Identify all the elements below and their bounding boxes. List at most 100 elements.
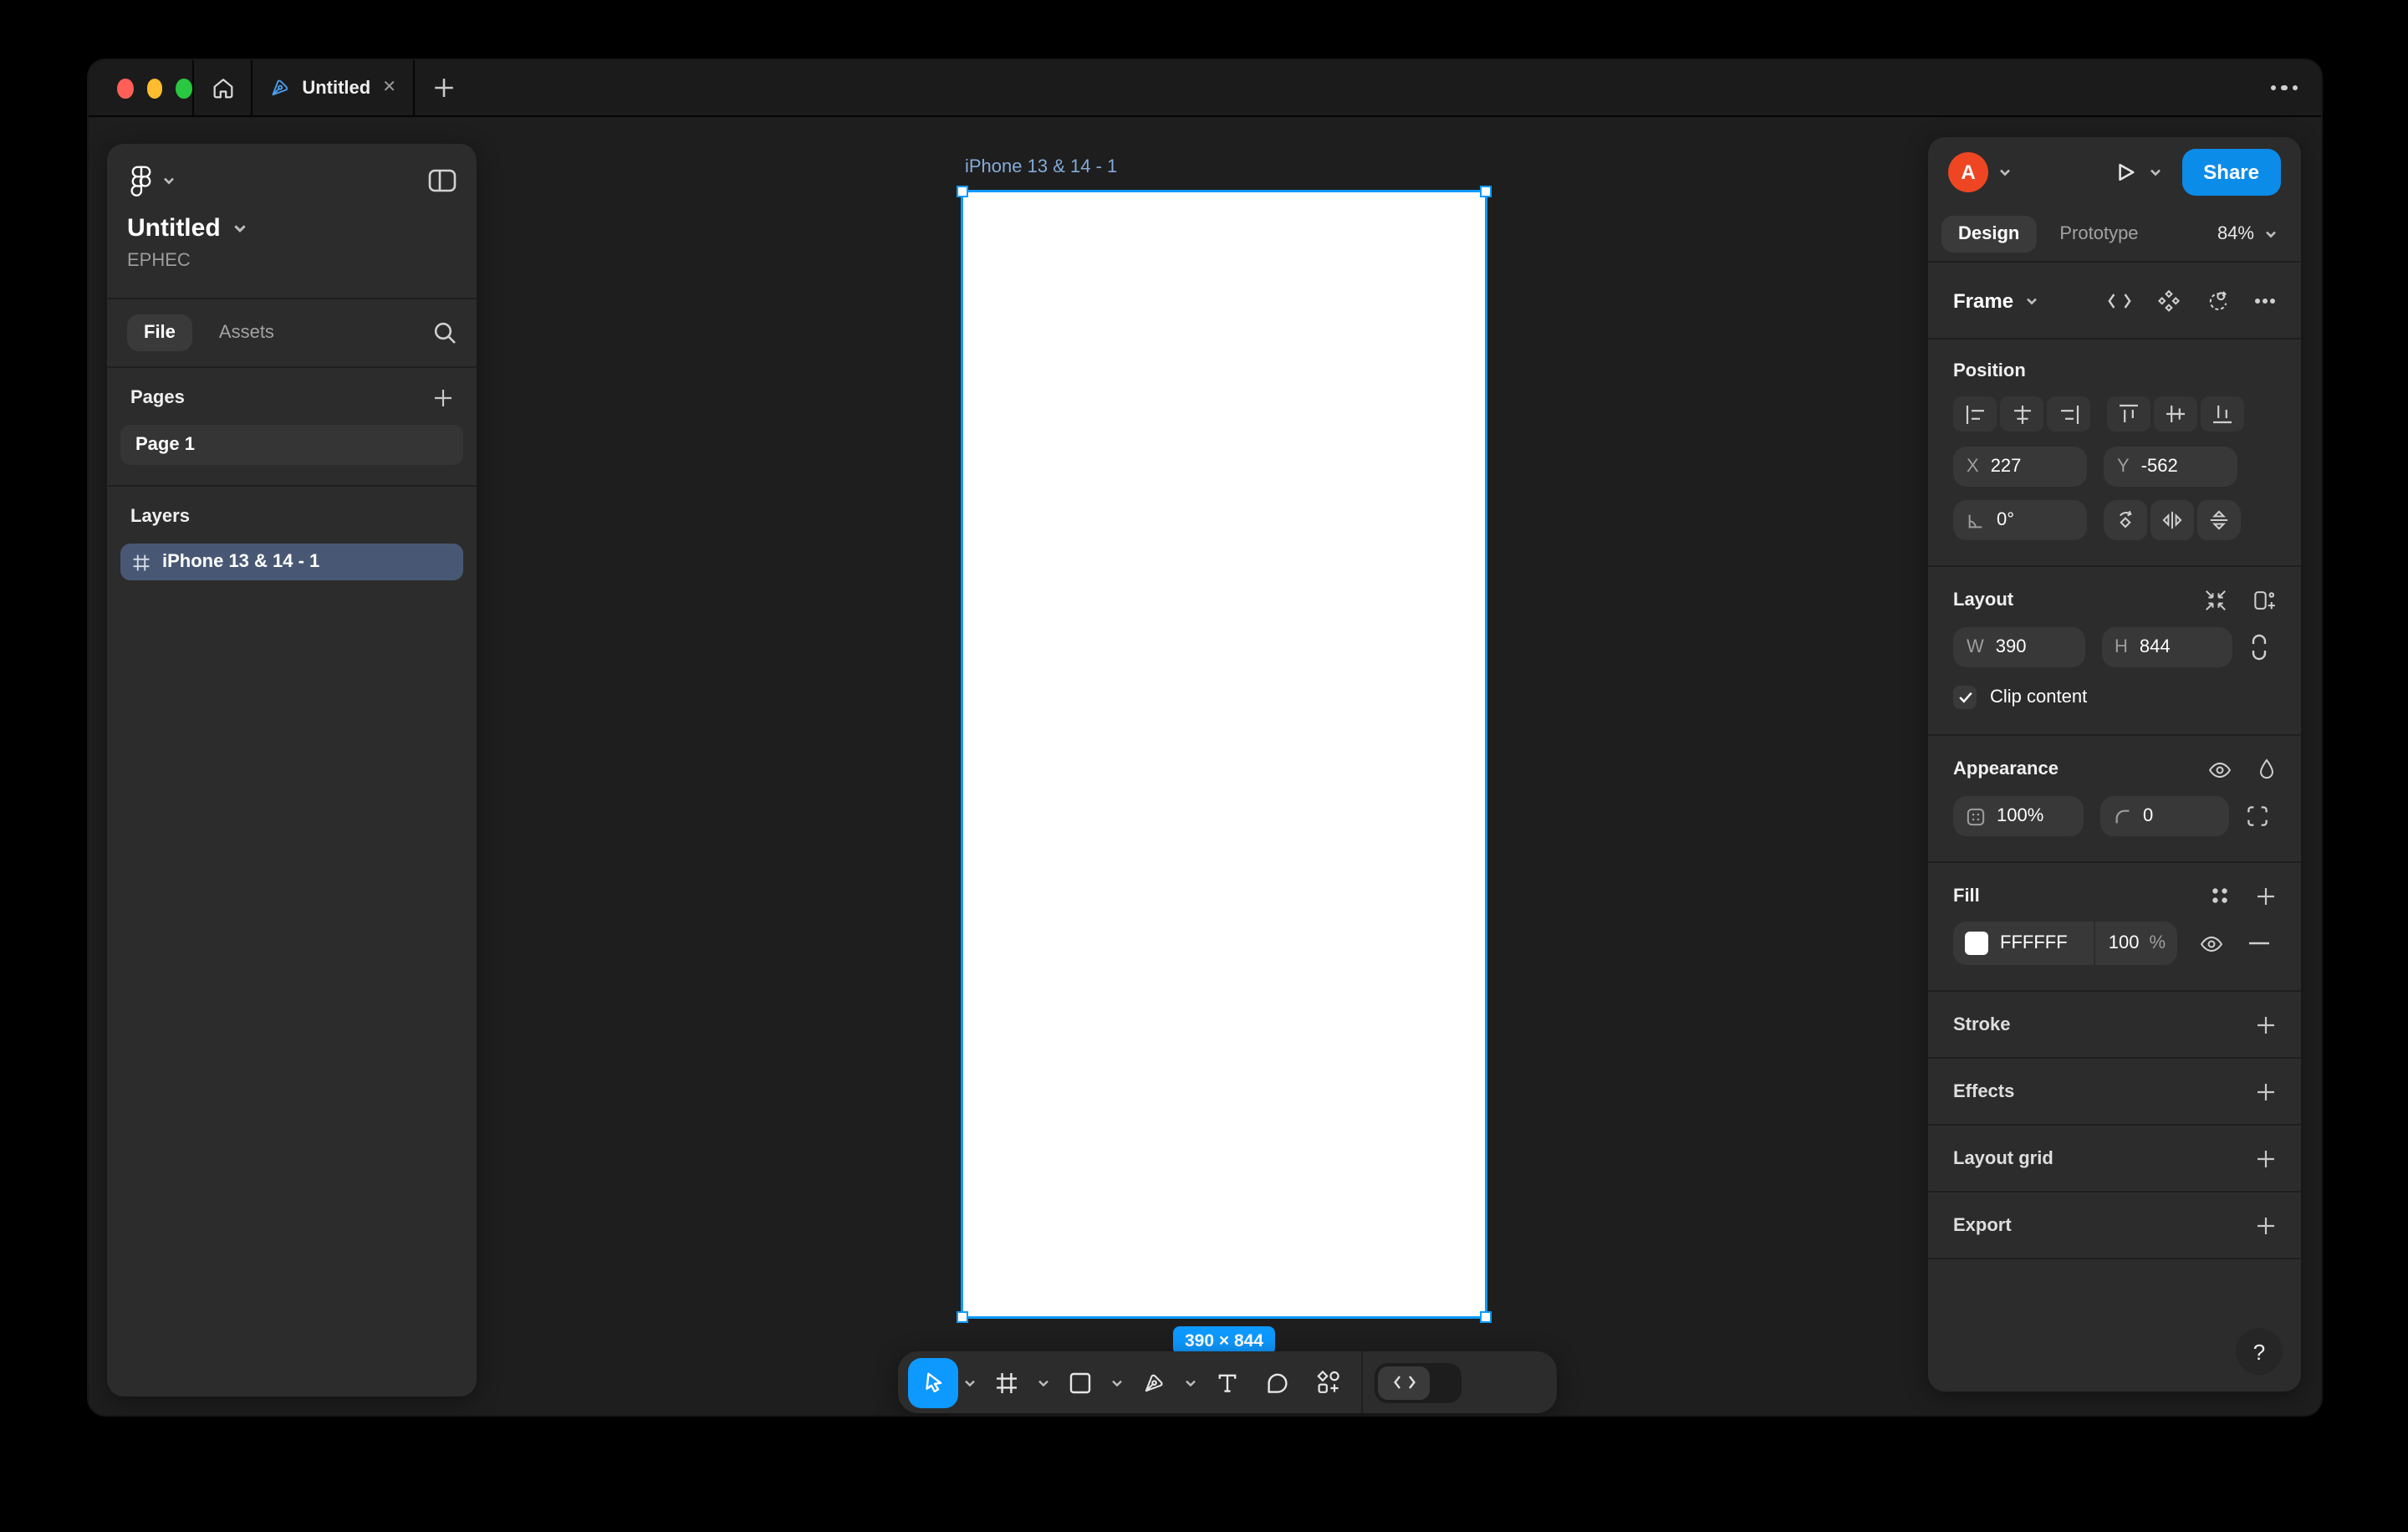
clip-content-row[interactable]: Clip content (1953, 686, 2276, 709)
minus-icon (2249, 942, 2269, 945)
align-horizontal-center-button[interactable] (2000, 396, 2043, 432)
canvas-frame-label[interactable]: iPhone 13 & 14 - 1 (965, 157, 1117, 177)
align-bottom-button[interactable] (2201, 396, 2244, 432)
add-layout-grid-button[interactable] (2256, 1148, 2276, 1168)
flip-horizontal-button[interactable] (2150, 500, 2194, 540)
add-auto-layout-button[interactable] (2252, 589, 2276, 612)
resize-handle-se[interactable] (1480, 1311, 1492, 1323)
fill-swatch[interactable] (1965, 932, 1988, 955)
search-button[interactable] (433, 321, 457, 345)
add-export-button[interactable] (2256, 1215, 2276, 1235)
create-component-button[interactable] (2157, 289, 2181, 312)
appearance-header: Appearance (1953, 759, 2059, 779)
present-menu[interactable] (2148, 166, 2161, 179)
close-window-button[interactable] (117, 78, 133, 98)
zoom-menu[interactable]: 84% (2217, 224, 2288, 244)
stage: Untitled ✕ iPhone 13 & 14 - 1 390 × 844 (0, 0, 2408, 1532)
selection-type[interactable]: Frame (1953, 289, 2013, 312)
account-menu[interactable] (1998, 166, 2012, 179)
zoom-window-button[interactable] (176, 78, 192, 98)
toggle-sidebar-button[interactable] (428, 169, 457, 192)
page-name: Page 1 (135, 435, 195, 455)
avatar[interactable]: A (1948, 152, 1988, 192)
frame-tool-menu[interactable] (1032, 1357, 1055, 1407)
visibility-button[interactable] (2207, 760, 2232, 779)
layout-grid-header: Layout grid (1953, 1148, 2053, 1168)
close-tab-icon[interactable]: ✕ (382, 79, 396, 96)
actions-button[interactable] (1303, 1357, 1353, 1407)
independent-corners-button[interactable] (2246, 804, 2269, 828)
frame-layer-icon (132, 553, 150, 571)
pen-tool-button[interactable] (1129, 1357, 1179, 1407)
help-button[interactable]: ? (2236, 1328, 2283, 1375)
chevron-down-icon[interactable] (2025, 294, 2038, 307)
height-field[interactable]: H 844 (2101, 627, 2232, 667)
swap-instance-button[interactable] (2206, 289, 2229, 312)
add-page-button[interactable] (433, 388, 453, 408)
text-tool-button[interactable] (1202, 1357, 1252, 1407)
rotation-field[interactable]: 0° (1953, 500, 2087, 540)
chevron-down-icon (1110, 1376, 1124, 1389)
add-effect-button[interactable] (2256, 1081, 2276, 1101)
resize-handle-sw[interactable] (957, 1311, 968, 1323)
constrain-proportions-button[interactable] (2249, 634, 2269, 661)
tab-design[interactable]: Design (1941, 216, 2036, 253)
comment-tool-button[interactable] (1252, 1357, 1303, 1407)
tab-file[interactable]: File (127, 314, 192, 351)
corner-radius-field[interactable]: 0 (2099, 796, 2229, 836)
play-icon (2113, 161, 2136, 184)
main-menu-button[interactable] (127, 161, 179, 201)
align-left-button[interactable] (1953, 396, 1997, 432)
tab-assets[interactable]: Assets (219, 323, 274, 343)
present-button[interactable] (2113, 161, 2136, 184)
share-button[interactable]: Share (2181, 149, 2281, 196)
x-value: 227 (1991, 457, 2022, 477)
frame-tool-button[interactable] (982, 1357, 1032, 1407)
rotation-value: 0° (1997, 510, 2014, 530)
window-menu-button[interactable] (2247, 60, 2321, 115)
blend-mode-button[interactable] (2258, 758, 2276, 781)
opacity-field[interactable]: 100% (1953, 796, 2083, 836)
pen-tool-menu[interactable] (1179, 1357, 1202, 1407)
remove-fill-button[interactable] (2249, 942, 2269, 945)
more-options-button[interactable] (2254, 297, 2276, 304)
minimize-window-button[interactable] (146, 78, 162, 98)
resize-handle-nw[interactable] (957, 186, 968, 197)
move-tool-button[interactable] (908, 1357, 958, 1407)
tab-untitled[interactable]: Untitled ✕ (253, 60, 413, 115)
fill-styles-button[interactable] (2209, 885, 2231, 906)
x-position-field[interactable]: X 227 (1953, 447, 2087, 487)
align-vertical-center-button[interactable] (2154, 396, 2197, 432)
new-tab-button[interactable] (415, 60, 472, 115)
shape-tool-menu[interactable] (1105, 1357, 1129, 1407)
align-right-button[interactable] (2047, 396, 2090, 432)
flip-vertical-button[interactable] (2197, 500, 2241, 540)
copy-as-code-button[interactable] (2107, 292, 2132, 309)
file-name-menu[interactable]: Untitled (127, 214, 457, 243)
resize-to-fit-button[interactable] (2204, 589, 2227, 612)
move-tool-menu[interactable] (958, 1357, 982, 1407)
independent-corners-icon (2246, 804, 2269, 828)
home-button[interactable] (194, 60, 251, 115)
fill-color-field[interactable]: FFFFFF 100 % (1953, 922, 2177, 965)
shape-tool-button[interactable] (1055, 1357, 1105, 1407)
add-fill-button[interactable] (2256, 886, 2276, 906)
toggle-fill-visibility-button[interactable] (2199, 934, 2224, 952)
clip-content-checkbox[interactable] (1953, 686, 1977, 709)
rotate-button[interactable] (2104, 500, 2147, 540)
layer-item-frame[interactable]: iPhone 13 & 14 - 1 (120, 544, 463, 580)
chevron-down-icon (232, 221, 247, 236)
width-field[interactable]: W 390 (1953, 627, 2084, 667)
tab-prototype[interactable]: Prototype (2043, 216, 2155, 253)
canvas-frame[interactable] (963, 192, 1485, 1316)
page-item[interactable]: Page 1 (120, 425, 463, 465)
add-stroke-button[interactable] (2256, 1014, 2276, 1034)
team-name: EPHEC (127, 251, 457, 271)
dev-mode-toggle[interactable] (1375, 1362, 1462, 1402)
resize-handle-ne[interactable] (1480, 186, 1492, 197)
frame-size-badge: 390 × 844 (1173, 1326, 1275, 1355)
y-position-field[interactable]: Y -562 (2104, 447, 2237, 487)
fill-row: FFFFFF 100 % (1953, 922, 2276, 965)
figma-window: Untitled ✕ iPhone 13 & 14 - 1 390 × 844 (89, 60, 2321, 1415)
align-top-button[interactable] (2107, 396, 2150, 432)
